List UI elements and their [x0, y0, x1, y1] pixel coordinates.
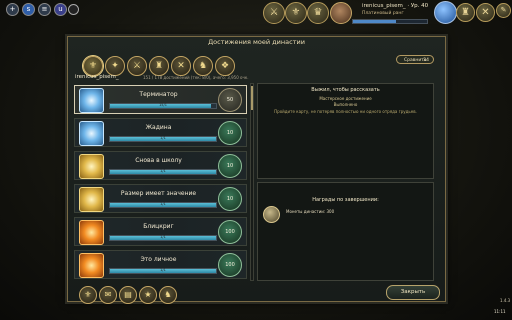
points-badge: 100	[218, 220, 242, 244]
detail-status: Выполнено	[333, 102, 358, 107]
dynasty-crest-icon[interactable]: ♜	[456, 3, 475, 22]
list-scrollbar[interactable]	[250, 83, 254, 281]
avatar[interactable]	[330, 2, 352, 24]
list-item[interactable]: Снова в школу 1/1 10	[74, 151, 247, 180]
detail-title: Выжил, чтобы рассказать	[311, 87, 380, 93]
globe-icon[interactable]	[434, 1, 457, 24]
points-badge: 10	[218, 121, 242, 145]
points-badge: 50	[218, 88, 242, 112]
clock: 11:11	[494, 309, 506, 314]
username: irenicus_pisem_	[75, 74, 119, 80]
achievement-title: Размер имеет значение	[120, 190, 197, 197]
menu-icon[interactable]: ≡	[38, 3, 51, 16]
add-icon[interactable]: +	[6, 3, 19, 16]
bottom-scroll-icon[interactable]: ✉	[99, 286, 117, 304]
close-button[interactable]: Закрыть	[386, 285, 440, 300]
page-title: Достижения моей династии	[208, 38, 305, 46]
category-helmet-icon[interactable]: ♞	[193, 56, 213, 76]
achievement-title: Это личное	[140, 256, 177, 263]
reward-text: Монеты династии: 300	[286, 209, 335, 214]
compare-count: 34	[423, 58, 429, 63]
points-badge: 10	[218, 154, 242, 178]
category-sword-icon[interactable]: ⚔	[127, 56, 147, 76]
pen-icon[interactable]: ✎	[496, 3, 511, 18]
points-badge: 10	[218, 187, 242, 211]
ice-emblem-icon	[79, 88, 104, 113]
progress-bar: 15/1	[109, 103, 217, 109]
progress-bar: 1/1	[109, 169, 217, 175]
player-name: irenicus_pisem_ · Ур. 40	[362, 3, 429, 9]
compare-button[interactable]: Сравнить 34	[396, 55, 434, 64]
list-item[interactable]: Размер имеет значение 1/1 10	[74, 184, 247, 213]
bottom-map-icon[interactable]: ▤	[119, 286, 137, 304]
achievement-title: Блицкриг	[143, 223, 174, 230]
achievement-title: Терминатор	[139, 91, 178, 98]
achievement-detail: Выжил, чтобы рассказать Мастерское дости…	[257, 83, 434, 179]
progress-bar: 1/1	[109, 136, 217, 142]
bottom-achievements-icon[interactable]: ★	[139, 286, 157, 304]
dynasty-icon[interactable]: ⚜	[285, 2, 307, 24]
category-campaign-icon[interactable]: ✦	[105, 56, 125, 76]
list-item[interactable]: Терминатор 15/1 50	[74, 85, 247, 114]
gold-emblem-icon	[79, 154, 104, 179]
social-icon[interactable]: s	[22, 3, 35, 16]
xp-bar	[352, 19, 428, 24]
dynasty-coin-icon	[263, 206, 280, 223]
fire-emblem-icon	[79, 253, 104, 278]
category-crossed-swords-icon[interactable]: ✕	[171, 56, 191, 76]
crown-icon[interactable]: ♛	[307, 2, 329, 24]
progress-bar: 1/1	[109, 268, 217, 274]
category-tower-icon[interactable]: ♜	[149, 56, 169, 76]
category-dynasty-icon[interactable]: ⚜	[83, 56, 103, 76]
list-item[interactable]: Жадина 1/1 10	[74, 118, 247, 147]
achievement-list: Терминатор 15/1 50 Жадина 1/1 10 Снова в…	[74, 83, 249, 281]
player-rank: Платиновый ранг	[362, 11, 404, 16]
progress-bar: 1/1	[109, 202, 217, 208]
rewards-title: Награды по завершении:	[312, 197, 379, 203]
achievement-title: Жадина	[145, 124, 172, 131]
achievement-title: Снова в школу	[135, 157, 182, 164]
category-heraldry-icon[interactable]: ❖	[215, 56, 235, 76]
battle-icon[interactable]: ✕	[476, 3, 495, 22]
settings-icon[interactable]	[68, 4, 79, 15]
points-badge: 100	[218, 253, 242, 277]
rewards-box: Награды по завершении:	[257, 182, 434, 281]
detail-subtitle: Мастерское достижение	[319, 96, 372, 101]
version-label: 1.4.3	[500, 298, 511, 303]
progress-bar: 1/1	[109, 235, 217, 241]
bottom-heraldry-icon[interactable]: ♞	[159, 286, 177, 304]
gold-emblem-icon	[79, 187, 104, 212]
achievement-stats: 151 / 178 достижений (тек: 8/0), ачего: …	[143, 75, 249, 80]
uplay-icon[interactable]: u	[54, 3, 67, 16]
bottom-dynasty-icon[interactable]: ⚜	[79, 286, 97, 304]
list-item[interactable]: Это личное 1/1 100	[74, 250, 247, 279]
ice-emblem-icon	[79, 121, 104, 146]
detail-description: Пройдите карту, не потеряв полностью ни …	[274, 109, 417, 114]
fire-emblem-icon	[79, 220, 104, 245]
army-icon[interactable]: ⚔	[263, 2, 285, 24]
list-item[interactable]: Блицкриг 1/1 100	[74, 217, 247, 246]
